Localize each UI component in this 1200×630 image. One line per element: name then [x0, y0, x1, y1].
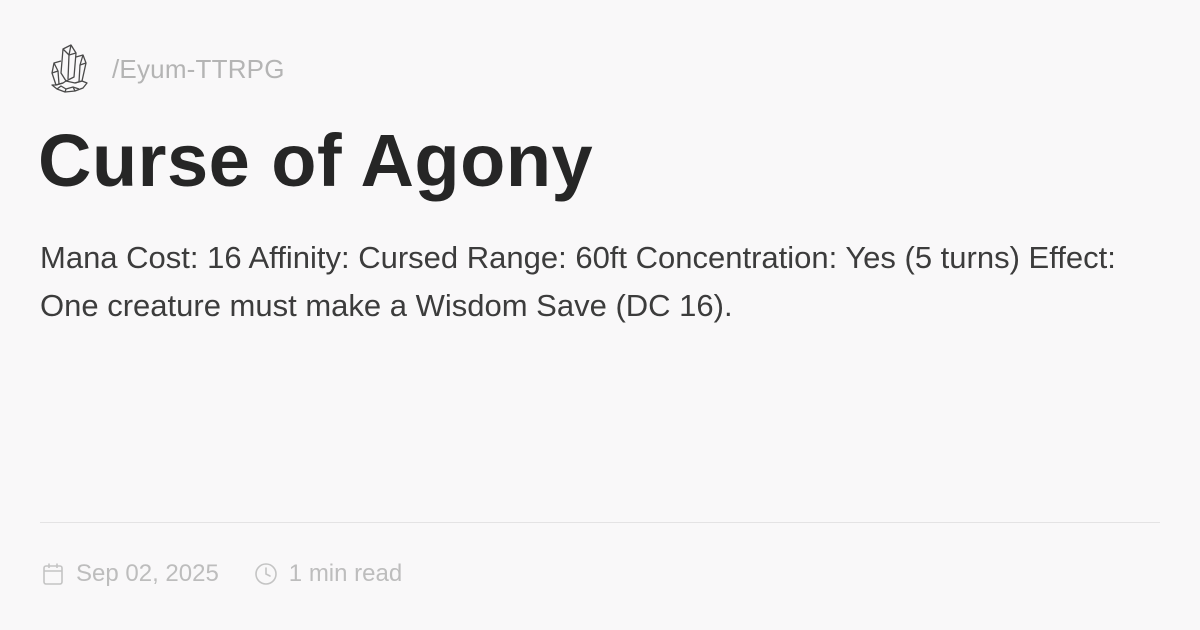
- publish-date-text: Sep 02, 2025: [76, 560, 219, 587]
- page-title: Curse of Agony: [38, 119, 594, 202]
- read-time-text: 1 min read: [288, 560, 403, 587]
- article-meta: Sep 02, 2025 1 min read: [40, 556, 402, 592]
- read-time: 1 min read: [253, 560, 402, 588]
- article-summary: Mana Cost: 16 Affinity: Cursed Range: 60…: [40, 240, 1116, 323]
- calendar-icon: [40, 561, 66, 587]
- publish-date: Sep 02, 2025: [40, 560, 219, 588]
- divider: [40, 522, 1160, 523]
- site-path-link[interactable]: /Eyum-TTRPG: [112, 54, 285, 85]
- crystal-cluster-icon[interactable]: [40, 40, 98, 98]
- site-header: /Eyum-TTRPG: [40, 40, 285, 98]
- clock-icon: [253, 561, 279, 587]
